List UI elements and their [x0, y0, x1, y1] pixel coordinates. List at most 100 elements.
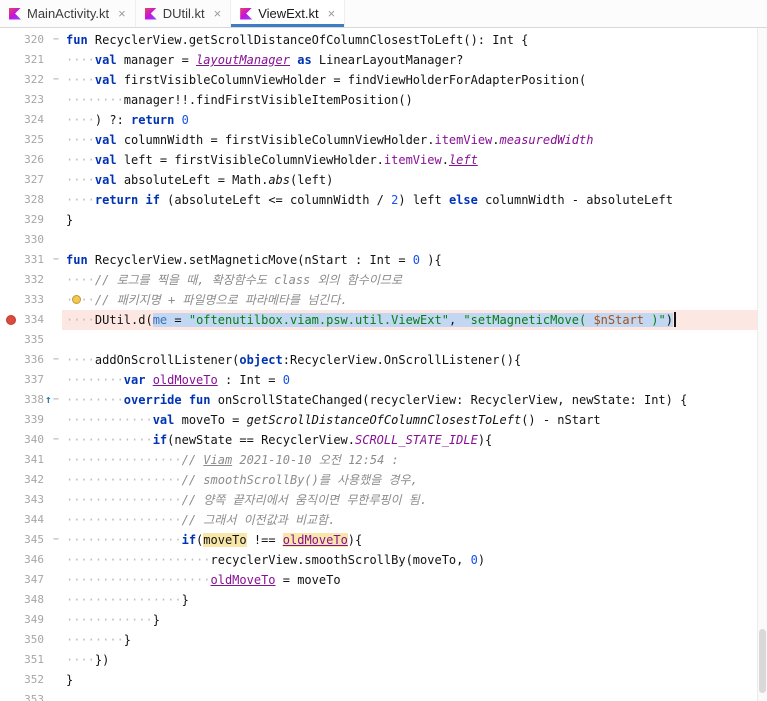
gutter[interactable]: 336− [0, 350, 62, 370]
code-line[interactable]: ····val firstVisibleColumnViewHolder = f… [62, 70, 757, 90]
gutter[interactable]: 335 [0, 330, 62, 350]
code-line[interactable]: ············if(newState == RecyclerView.… [62, 430, 757, 450]
gutter[interactable]: 331− [0, 250, 62, 270]
gutter[interactable]: 323 [0, 90, 62, 110]
code-line[interactable]: ········var oldMoveTo : Int = 0 [62, 370, 757, 390]
line-number[interactable]: 335 [24, 330, 44, 350]
gutter[interactable]: 348 [0, 590, 62, 610]
fold-icon[interactable]: − [53, 250, 59, 270]
line-number[interactable]: 344 [24, 510, 44, 530]
editor[interactable]: 320− fun RecyclerView.getScrollDistanceOf… [0, 28, 757, 701]
fold-icon[interactable]: − [53, 430, 59, 450]
line-number[interactable]: 323 [24, 90, 44, 110]
code-line[interactable]: ················if(moveTo !== oldMoveTo)… [62, 530, 757, 550]
line-number[interactable]: 333 [24, 290, 44, 310]
line-number[interactable]: 320 [24, 30, 44, 50]
gutter[interactable]: 339 [0, 410, 62, 430]
line-number[interactable]: 328 [24, 190, 44, 210]
line-number[interactable]: 324 [24, 110, 44, 130]
gutter[interactable]: 353 [0, 690, 62, 701]
line-number[interactable]: 327 [24, 170, 44, 190]
code-line[interactable] [62, 330, 757, 350]
gutter[interactable]: 320− [0, 30, 62, 50]
line-number[interactable]: 336 [24, 350, 44, 370]
gutter[interactable]: 343 [0, 490, 62, 510]
code-line[interactable]: ····················oldMoveTo = moveTo [62, 570, 757, 590]
gutter[interactable]: 350 [0, 630, 62, 650]
line-number[interactable]: 340 [24, 430, 44, 450]
code-line[interactable]: ················// 양쪽 끝자리에서 움직이면 무한루핑이 됨… [62, 490, 757, 510]
gutter[interactable]: 351 [0, 650, 62, 670]
gutter[interactable]: 341 [0, 450, 62, 470]
code-line[interactable]: ····val absoluteLeft = Math.abs(left) [62, 170, 757, 190]
line-number[interactable]: 331 [24, 250, 44, 270]
gutter[interactable]: 342 [0, 470, 62, 490]
gutter[interactable]: 345− [0, 530, 62, 550]
line-number[interactable]: 330 [24, 230, 44, 250]
line-number[interactable]: 342 [24, 470, 44, 490]
line-number[interactable]: 350 [24, 630, 44, 650]
code-line[interactable]: ········manager!!.findFirstVisibleItemPo… [62, 90, 757, 110]
code-line[interactable]: ················// 그래서 이전값과 비교함. [62, 510, 757, 530]
tab-close-icon[interactable]: × [214, 7, 222, 20]
gutter[interactable]: 324 [0, 110, 62, 130]
gutter[interactable]: 325 [0, 130, 62, 150]
gutter[interactable]: 334 [0, 310, 62, 330]
gutter[interactable]: 347 [0, 570, 62, 590]
code-line[interactable]: ····val left = firstVisibleColumnViewHol… [62, 150, 757, 170]
code-line[interactable]: ················// smoothScrollBy()를 사용했… [62, 470, 757, 490]
code-line[interactable]: ············val moveTo = getScrollDistan… [62, 410, 757, 430]
line-number[interactable]: 325 [24, 130, 44, 150]
code-line[interactable]: fun RecyclerView.setMagneticMove(nStart … [62, 250, 757, 270]
gutter[interactable]: 337 [0, 370, 62, 390]
line-number[interactable]: 332 [24, 270, 44, 290]
code-line[interactable]: ············} [62, 610, 757, 630]
gutter[interactable]: 346 [0, 550, 62, 570]
code-line[interactable]: ····// 패키지명 + 파일명으로 파라메타를 넘긴다. [62, 290, 757, 310]
code-line[interactable]: ····}) [62, 650, 757, 670]
code-line[interactable]: ····················recyclerView.smoothS… [62, 550, 757, 570]
tab-dutil-kt[interactable]: DUtil.kt × [135, 0, 232, 27]
line-number[interactable]: 352 [24, 670, 44, 690]
line-number[interactable]: 339 [24, 410, 44, 430]
line-number[interactable]: 348 [24, 590, 44, 610]
gutter[interactable]: 349 [0, 610, 62, 630]
tab-close-icon[interactable]: × [328, 7, 336, 20]
gutter[interactable]: 333 [0, 290, 62, 310]
scrollbar-thumb[interactable] [759, 629, 766, 693]
gutter[interactable]: 327 [0, 170, 62, 190]
line-number[interactable]: 322 [24, 70, 44, 90]
code-line[interactable]: fun RecyclerView.getScrollDistanceOfColu… [62, 30, 757, 50]
fold-icon[interactable]: − [53, 350, 59, 370]
code-line[interactable] [62, 230, 757, 250]
code-line[interactable]: ····// 로그를 찍을 때, 확장함수도 class 외의 함수이므로 [62, 270, 757, 290]
code-line[interactable]: ················// Viam 2021-10-10 오전 12… [62, 450, 757, 470]
gutter[interactable]: 338− ↑ [0, 390, 62, 410]
gutter[interactable]: 330 [0, 230, 62, 250]
line-number[interactable]: 343 [24, 490, 44, 510]
gutter[interactable]: 321 [0, 50, 62, 70]
gutter[interactable]: 326 [0, 150, 62, 170]
gutter[interactable]: 329 [0, 210, 62, 230]
code-line[interactable]: ····val manager = layoutManager as Linea… [62, 50, 757, 70]
line-number[interactable]: 329 [24, 210, 44, 230]
gutter[interactable]: 322− [0, 70, 62, 90]
scrollbar[interactable] [757, 28, 767, 701]
line-number[interactable]: 345 [24, 530, 44, 550]
tab-close-icon[interactable]: × [118, 7, 126, 20]
tab-viewext-kt[interactable]: ViewExt.kt × [231, 0, 346, 27]
line-number[interactable]: 338 [24, 390, 44, 410]
gutter[interactable]: 352 [0, 670, 62, 690]
code-line[interactable] [62, 690, 757, 701]
override-marker-icon[interactable]: ↑ [45, 390, 52, 410]
code-line[interactable]: } [62, 210, 757, 230]
line-number[interactable]: 326 [24, 150, 44, 170]
code-line[interactable]: ····DUtil.d(me = "oftenutilbox.viam.psw.… [62, 310, 757, 330]
code-line[interactable]: ········} [62, 630, 757, 650]
tab-mainactivity-kt[interactable]: MainActivity.kt × [0, 0, 136, 27]
fold-icon[interactable]: − [53, 70, 59, 90]
code-line[interactable]: ················} [62, 590, 757, 610]
gutter[interactable]: 328 [0, 190, 62, 210]
line-number[interactable]: 337 [24, 370, 44, 390]
intention-bulb-icon[interactable] [72, 295, 81, 304]
